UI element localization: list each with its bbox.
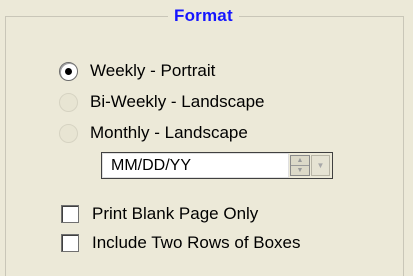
checkbox-box[interactable]: [61, 234, 79, 252]
checkbox-print-blank-page-only[interactable]: Print Blank Page Only: [61, 201, 258, 227]
dropdown-arrow-icon[interactable]: ▼: [311, 155, 330, 176]
radio-biweekly-landscape[interactable]: Bi-Weekly - Landscape: [59, 89, 265, 115]
checkbox-include-two-rows-of-boxes[interactable]: Include Two Rows of Boxes: [61, 230, 301, 256]
checkbox-print-blank-page-only-label: Print Blank Page Only: [92, 204, 259, 223]
radio-button-selected[interactable]: [59, 61, 78, 81]
radio-biweekly-landscape-label: Bi-Weekly - Landscape: [90, 92, 265, 111]
spin-down-arrow-icon[interactable]: ▼: [291, 166, 309, 175]
radio-monthly-landscape[interactable]: Monthly - Landscape: [59, 120, 248, 146]
radio-button-unselected[interactable]: [59, 123, 78, 143]
radio-monthly-landscape-label: Monthly - Landscape: [90, 123, 248, 142]
radio-weekly-portrait[interactable]: Weekly - Portrait: [59, 58, 215, 84]
checkbox-box[interactable]: [61, 205, 79, 223]
checkbox-include-two-rows-of-boxes-label: Include Two Rows of Boxes: [92, 233, 301, 252]
radio-button-unselected[interactable]: [59, 92, 78, 112]
format-groupbox-title: Format: [168, 4, 239, 28]
date-format-value[interactable]: MM/DD/YY: [102, 153, 289, 178]
spin-up-arrow-icon[interactable]: ▲: [291, 156, 309, 166]
radio-weekly-portrait-label: Weekly - Portrait: [90, 61, 216, 80]
date-format-combo[interactable]: MM/DD/YY ▲ ▼ ▼: [101, 152, 333, 179]
date-format-spinner[interactable]: ▲ ▼: [290, 155, 310, 176]
